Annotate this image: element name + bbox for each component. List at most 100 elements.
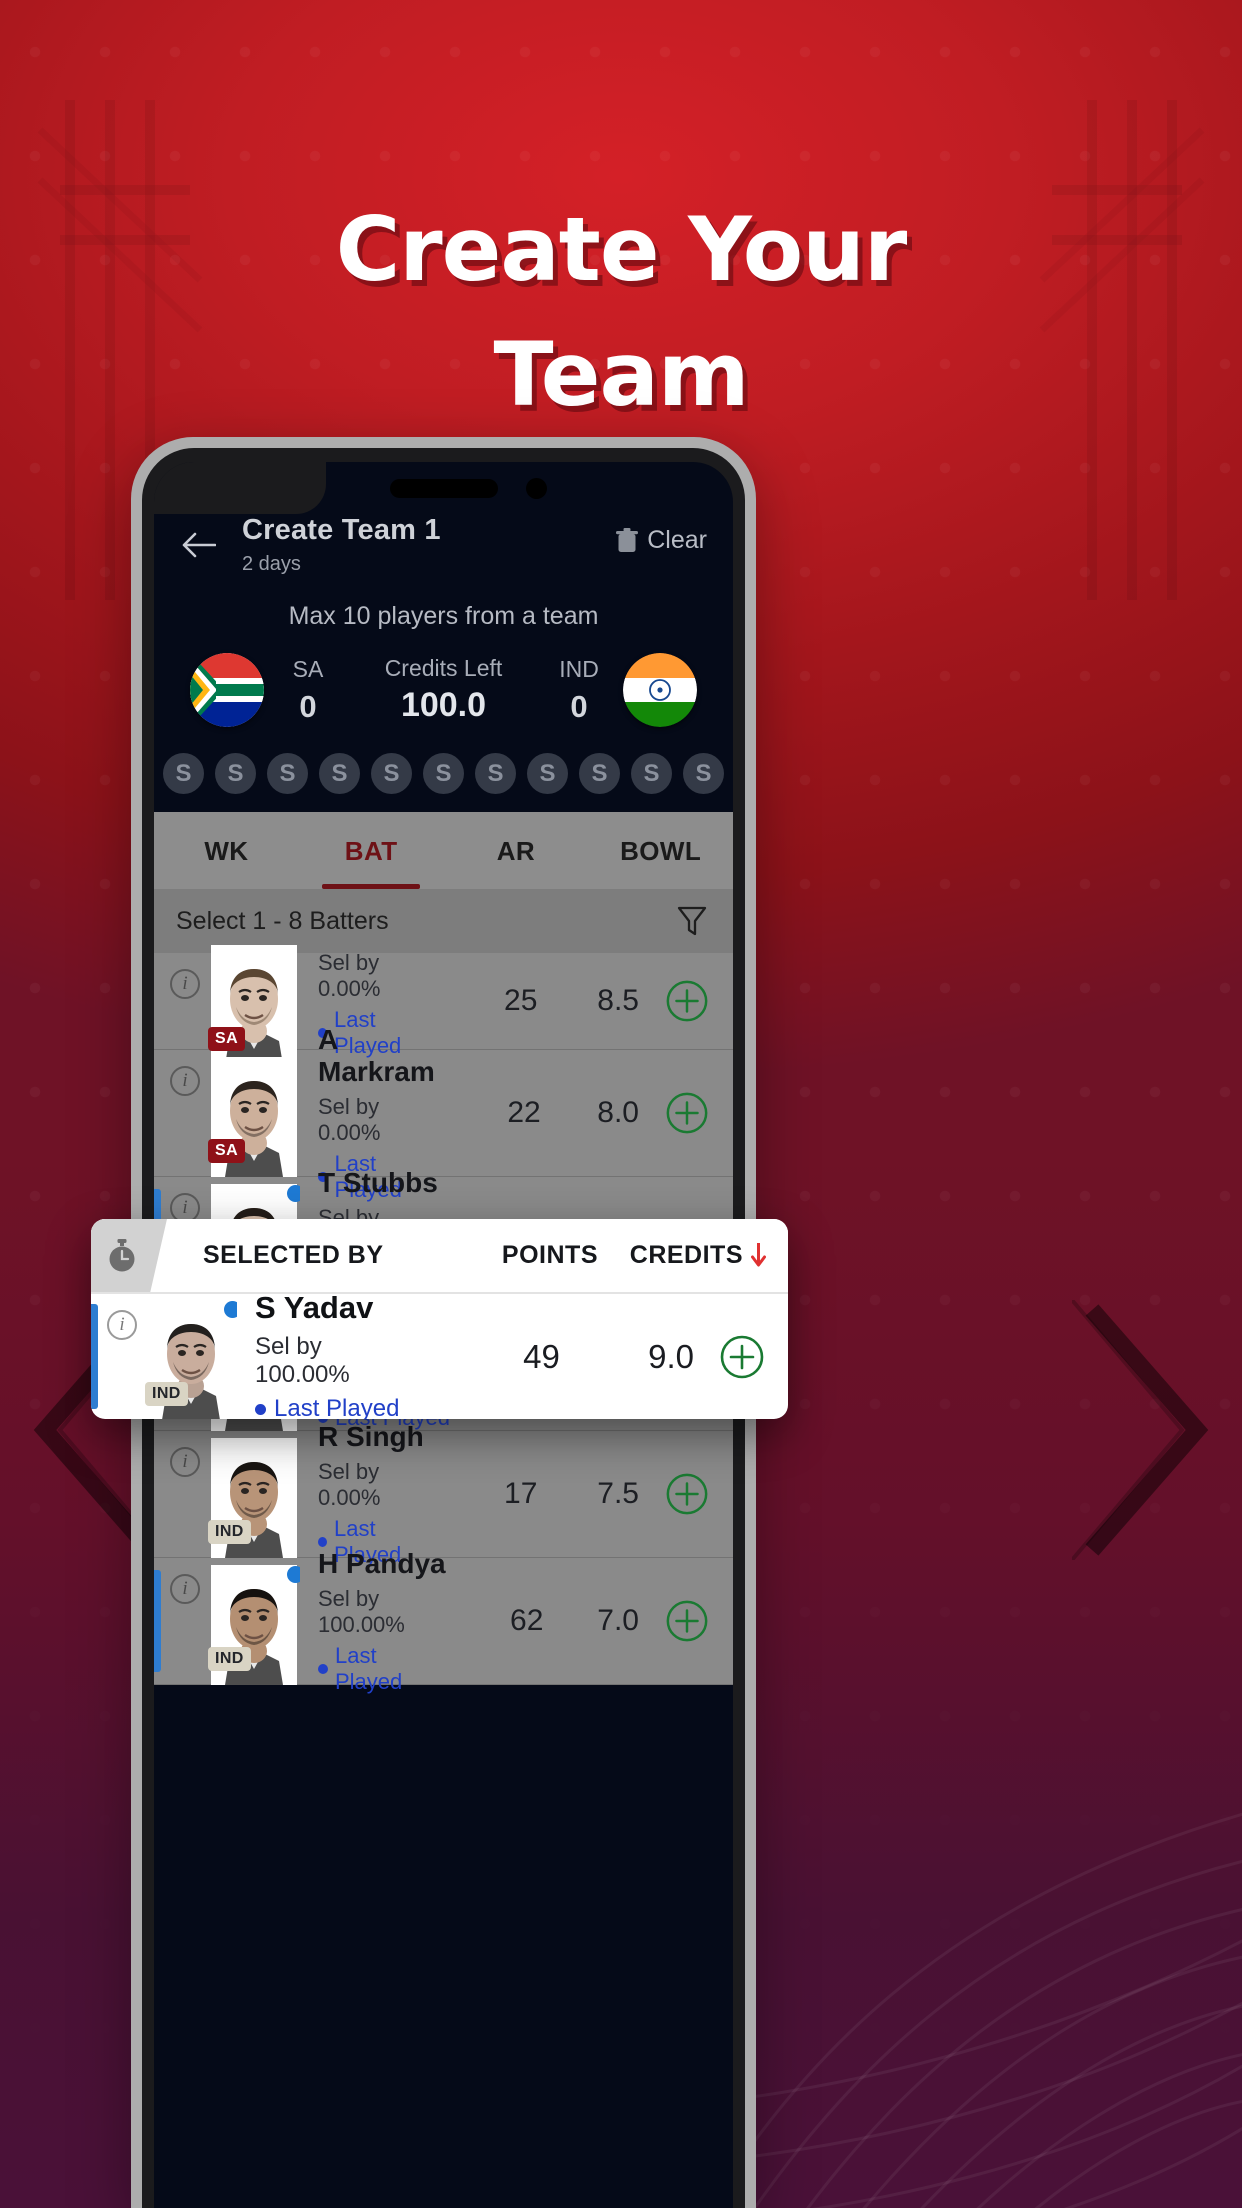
- trash-icon: [616, 527, 639, 552]
- add-circle-icon: [666, 1473, 708, 1515]
- player-row[interactable]: i IND H Pandya Sel by 100.00% Last Playe…: [154, 1548, 733, 1694]
- player-points: 22: [507, 1096, 541, 1129]
- player-credits: 8.0: [597, 1096, 639, 1129]
- player-avatar: IND: [145, 1293, 237, 1419]
- status-dot: [318, 1663, 328, 1674]
- player-selected-by: Sel by 0.00%: [318, 949, 381, 1001]
- player-slot: S: [163, 753, 204, 794]
- player-name: T Stubbs: [318, 1166, 438, 1198]
- player-slot: S: [683, 753, 724, 794]
- filter-funnel-icon[interactable]: [677, 905, 707, 937]
- player-slot: S: [215, 753, 256, 794]
- player-avatar: IND: [208, 1431, 300, 1558]
- info-icon[interactable]: i: [170, 1447, 200, 1477]
- column-points[interactable]: POINTS: [433, 1241, 598, 1270]
- player-points: 62: [510, 1604, 544, 1637]
- match-countdown: 2 days: [242, 553, 301, 575]
- india-flag: [623, 653, 697, 727]
- player-team-tag: SA: [208, 1026, 246, 1051]
- role-tabs: WK BAT AR BOWL: [154, 812, 733, 889]
- player-slot: S: [423, 753, 464, 794]
- player-selected-by: Sel by 100.00%: [318, 1585, 405, 1637]
- status-dot: [318, 1536, 328, 1547]
- select-instruction-label: Select 1 - 8 Batters: [176, 906, 389, 935]
- add-circle-icon: [720, 1335, 764, 1378]
- player-status: Last Played: [255, 1395, 416, 1419]
- selected-indicator-dot: [287, 1565, 300, 1583]
- player-row[interactable]: i SA A Markram Sel by 0.00% Last Played …: [154, 1024, 733, 1202]
- south-africa-flag: [190, 653, 264, 727]
- notch-ear: [154, 462, 326, 514]
- add-player-button[interactable]: [661, 1087, 713, 1139]
- clear-button[interactable]: Clear: [616, 526, 707, 555]
- team-ind-column: IND 0: [535, 656, 623, 725]
- player-team-tag: IND: [208, 1646, 251, 1671]
- player-slot: S: [267, 753, 308, 794]
- highlighted-player-card[interactable]: SELECTED BY POINTS CREDITS i IND S Yadav…: [91, 1219, 788, 1419]
- player-name: H Pandya: [318, 1547, 446, 1579]
- player-slot: S: [527, 753, 568, 794]
- info-icon[interactable]: i: [170, 1574, 200, 1604]
- back-arrow-icon: [182, 532, 216, 558]
- info-icon[interactable]: i: [170, 1066, 200, 1096]
- info-icon[interactable]: i: [170, 969, 200, 999]
- back-button[interactable]: [174, 520, 224, 570]
- player-points: 25: [504, 984, 538, 1017]
- player-avatar: SA: [208, 1050, 300, 1177]
- player-slot: S: [579, 753, 620, 794]
- tab-bat[interactable]: BAT: [299, 812, 444, 889]
- column-credits-label: CREDITS: [629, 1241, 743, 1269]
- column-selected-by[interactable]: SELECTED BY: [167, 1241, 433, 1270]
- notch-speaker: [389, 479, 498, 498]
- player-slot: S: [319, 753, 360, 794]
- stopwatch-column-header[interactable]: [91, 1219, 167, 1292]
- status-dot: [255, 1403, 266, 1415]
- player-row[interactable]: i IND R Singh Sel by 0.00% Last Played 1…: [154, 1421, 733, 1567]
- credits-summary: SA 0 Credits Left 100.0 IND 0: [154, 653, 733, 727]
- notch-camera: [525, 478, 547, 499]
- clear-label: Clear: [647, 526, 707, 554]
- player-slot: S: [371, 753, 412, 794]
- stopwatch-icon: [109, 1238, 135, 1271]
- column-credits[interactable]: CREDITS: [598, 1241, 788, 1270]
- player-name: S Yadav: [255, 1290, 374, 1325]
- player-selected-by: Sel by 100.00%: [255, 1333, 350, 1388]
- add-player-button[interactable]: [716, 1331, 768, 1383]
- add-player-button[interactable]: [661, 1595, 713, 1647]
- player-points: 17: [504, 1477, 538, 1510]
- player-status-label: Last Played: [274, 1395, 400, 1419]
- tab-ar[interactable]: AR: [444, 812, 589, 889]
- player-points: 49: [523, 1337, 560, 1375]
- player-slot: S: [631, 753, 672, 794]
- player-avatar: SA: [208, 938, 300, 1065]
- player-list-column-headers: SELECTED BY POINTS CREDITS: [91, 1219, 788, 1292]
- add-player-button[interactable]: [661, 1468, 713, 1520]
- player-selected-by: Sel by 0.00%: [318, 1458, 381, 1510]
- player-name: A Markram: [318, 1023, 435, 1087]
- team-sa-count: 0: [299, 688, 317, 724]
- selected-indicator-dot: [224, 1301, 237, 1318]
- player-avatar: IND: [208, 1558, 300, 1685]
- player-credits: 9.0: [648, 1337, 694, 1375]
- player-row-highlighted[interactable]: i IND S Yadav Sel by 100.00% Last Played…: [91, 1290, 788, 1419]
- team-ind-count: 0: [570, 688, 588, 724]
- tab-wk[interactable]: WK: [154, 812, 299, 889]
- page-title: Create Team 1: [242, 514, 441, 546]
- player-status: Last Played: [318, 1643, 450, 1695]
- add-circle-icon: [666, 980, 708, 1022]
- player-team-tag: IND: [145, 1382, 188, 1406]
- add-circle-icon: [666, 1092, 708, 1134]
- max-players-note: Max 10 players from a team: [288, 602, 599, 630]
- player-credits: 7.5: [597, 1477, 639, 1510]
- player-credits: 7.0: [597, 1604, 639, 1637]
- info-icon[interactable]: i: [107, 1310, 137, 1340]
- team-sa-column: SA 0: [264, 656, 352, 725]
- player-team-tag: SA: [208, 1138, 246, 1163]
- tab-bowl[interactable]: BOWL: [588, 812, 733, 889]
- add-circle-icon: [666, 1600, 708, 1642]
- add-player-button[interactable]: [661, 975, 713, 1027]
- credits-left-column: Credits Left 100.0: [352, 655, 535, 725]
- credits-left-label: Credits Left: [384, 655, 503, 681]
- player-selected-by: Sel by 0.00%: [318, 1093, 381, 1145]
- promo-headline: Create Your Team: [335, 198, 908, 426]
